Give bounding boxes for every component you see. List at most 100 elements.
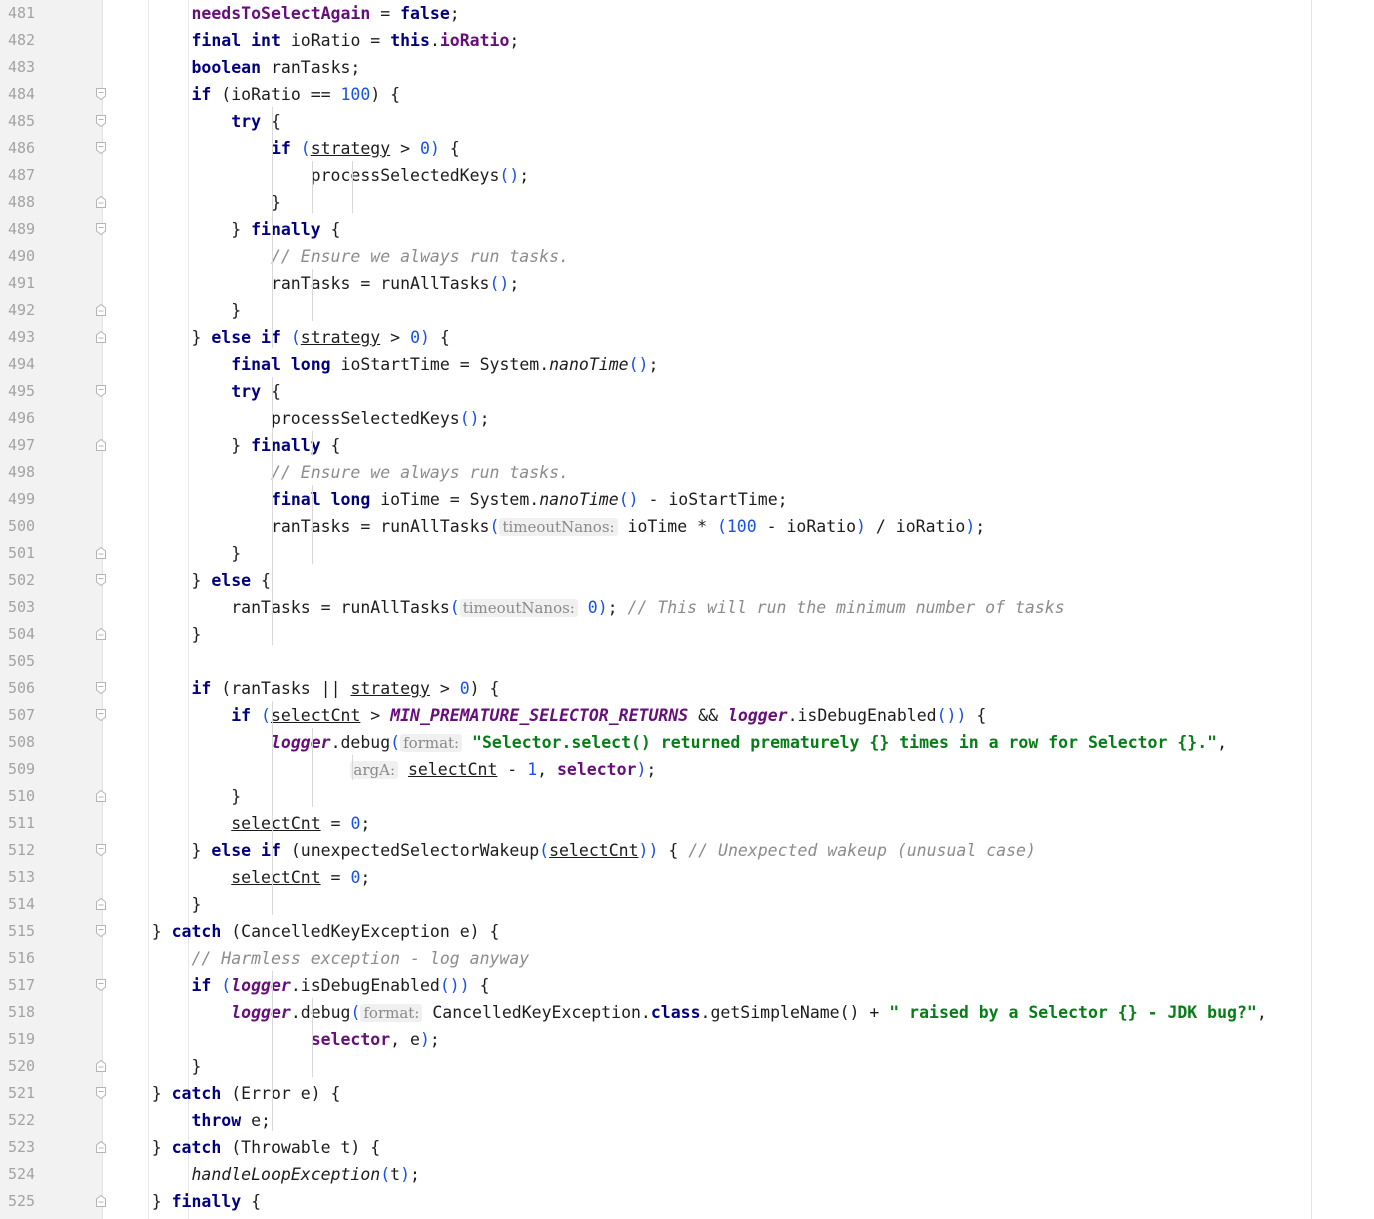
line-number[interactable]: 503	[8, 594, 38, 621]
code-line[interactable]: 508 logger.debug(format: "Selector.selec…	[0, 729, 1374, 756]
code-text[interactable]: argA: selectCnt - 1, selector);	[112, 756, 656, 783]
line-number[interactable]: 495	[8, 378, 38, 405]
fold-open-icon[interactable]	[96, 385, 106, 397]
code-line[interactable]: 490 // Ensure we always run tasks.	[0, 243, 1374, 270]
fold-close-icon[interactable]	[96, 898, 106, 910]
line-number[interactable]: 506	[8, 675, 38, 702]
code-line[interactable]: 500 ranTasks = runAllTasks(timeoutNanos:…	[0, 513, 1374, 540]
code-text[interactable]: processSelectedKeys();	[112, 405, 490, 432]
line-number[interactable]: 487	[8, 162, 38, 189]
code-text[interactable]: if (selectCnt > MIN_PREMATURE_SELECTOR_R…	[112, 702, 986, 729]
code-text[interactable]: logger.debug(format: "Selector.select() …	[112, 729, 1227, 756]
fold-close-icon[interactable]	[96, 331, 106, 343]
fold-open-icon[interactable]	[96, 223, 106, 235]
line-number[interactable]: 501	[8, 540, 38, 567]
line-number[interactable]: 522	[8, 1107, 38, 1134]
code-text[interactable]: ranTasks = runAllTasks();	[112, 270, 519, 297]
fold-open-icon[interactable]	[96, 88, 106, 100]
code-line[interactable]: 525 } finally {	[0, 1188, 1374, 1215]
fold-open-icon[interactable]	[96, 682, 106, 694]
code-text[interactable]: } catch (Throwable t) {	[112, 1134, 381, 1161]
line-number[interactable]: 499	[8, 486, 38, 513]
code-line[interactable]: 484 if (ioRatio == 100) {	[0, 81, 1374, 108]
line-number[interactable]: 516	[8, 945, 38, 972]
code-line[interactable]: 489 } finally {	[0, 216, 1374, 243]
line-number[interactable]: 492	[8, 297, 38, 324]
code-text[interactable]: // Ensure we always run tasks.	[112, 459, 569, 486]
code-line[interactable]: 497 } finally {	[0, 432, 1374, 459]
line-number[interactable]: 520	[8, 1053, 38, 1080]
code-text[interactable]: } finally {	[112, 432, 340, 459]
line-number[interactable]: 498	[8, 459, 38, 486]
code-text[interactable]: final int ioRatio = this.ioRatio;	[112, 27, 519, 54]
code-text[interactable]: try {	[112, 108, 281, 135]
line-number[interactable]: 511	[8, 810, 38, 837]
code-text[interactable]: boolean ranTasks;	[112, 54, 360, 81]
code-line[interactable]: 524 handleLoopException(t);	[0, 1161, 1374, 1188]
fold-close-icon[interactable]	[96, 547, 106, 559]
code-text[interactable]: processSelectedKeys();	[112, 162, 530, 189]
line-number[interactable]: 486	[8, 135, 38, 162]
code-text[interactable]: handleLoopException(t);	[112, 1161, 420, 1188]
code-line[interactable]: 491 ranTasks = runAllTasks();	[0, 270, 1374, 297]
code-text[interactable]: }	[112, 621, 201, 648]
code-line[interactable]: 519 selector, e);	[0, 1026, 1374, 1053]
line-number[interactable]: 513	[8, 864, 38, 891]
code-line[interactable]: 513 selectCnt = 0;	[0, 864, 1374, 891]
code-text[interactable]: selectCnt = 0;	[112, 810, 370, 837]
line-number[interactable]: 497	[8, 432, 38, 459]
line-number[interactable]: 515	[8, 918, 38, 945]
code-text[interactable]: if (ioRatio == 100) {	[112, 81, 400, 108]
fold-open-icon[interactable]	[96, 979, 106, 991]
fold-open-icon[interactable]	[96, 142, 106, 154]
line-number[interactable]: 512	[8, 837, 38, 864]
code-text[interactable]: } else if (strategy > 0) {	[112, 324, 449, 351]
line-number[interactable]: 481	[8, 0, 38, 27]
code-line[interactable]: 481 needsToSelectAgain = false;	[0, 0, 1374, 27]
code-line[interactable]: 522 throw e;	[0, 1107, 1374, 1134]
line-number[interactable]: 504	[8, 621, 38, 648]
code-line[interactable]: 511 selectCnt = 0;	[0, 810, 1374, 837]
code-text[interactable]: } else if (unexpectedSelectorWakeup(sele…	[112, 837, 1035, 864]
fold-open-icon[interactable]	[96, 574, 106, 586]
line-number[interactable]: 491	[8, 270, 38, 297]
code-text[interactable]: } finally {	[112, 1188, 261, 1215]
code-text[interactable]: needsToSelectAgain = false;	[112, 0, 459, 27]
fold-close-icon[interactable]	[96, 790, 106, 802]
code-line[interactable]: 520 }	[0, 1053, 1374, 1080]
code-line[interactable]: 516 // Harmless exception - log anyway	[0, 945, 1374, 972]
line-number[interactable]: 485	[8, 108, 38, 135]
line-number[interactable]: 525	[8, 1188, 38, 1215]
code-line[interactable]: 504 }	[0, 621, 1374, 648]
code-text[interactable]: }	[112, 297, 241, 324]
code-text[interactable]: logger.debug(format: CancelledKeyExcepti…	[112, 999, 1267, 1026]
code-text[interactable]: }	[112, 783, 241, 810]
code-line[interactable]: 486 if (strategy > 0) {	[0, 135, 1374, 162]
code-line[interactable]: 499 final long ioTime = System.nanoTime(…	[0, 486, 1374, 513]
line-number[interactable]: 502	[8, 567, 38, 594]
code-text[interactable]: final long ioTime = System.nanoTime() - …	[112, 486, 788, 513]
code-line[interactable]: 498 // Ensure we always run tasks.	[0, 459, 1374, 486]
code-line[interactable]: 502 } else {	[0, 567, 1374, 594]
code-line[interactable]: 494 final long ioStartTime = System.nano…	[0, 351, 1374, 378]
code-line[interactable]: 495 try {	[0, 378, 1374, 405]
fold-close-icon[interactable]	[96, 1141, 106, 1153]
code-line[interactable]: 487 processSelectedKeys();	[0, 162, 1374, 189]
code-text[interactable]: }	[112, 1053, 201, 1080]
code-line[interactable]: 492 }	[0, 297, 1374, 324]
line-number[interactable]: 500	[8, 513, 38, 540]
line-number[interactable]: 508	[8, 729, 38, 756]
code-line[interactable]: 512 } else if (unexpectedSelectorWakeup(…	[0, 837, 1374, 864]
line-number[interactable]: 490	[8, 243, 38, 270]
code-text[interactable]: } finally {	[112, 216, 340, 243]
fold-open-icon[interactable]	[96, 709, 106, 721]
code-text[interactable]: }	[112, 891, 201, 918]
code-text[interactable]: } catch (CancelledKeyException e) {	[112, 918, 500, 945]
fold-open-icon[interactable]	[96, 115, 106, 127]
code-line[interactable]: 506 if (ranTasks || strategy > 0) {	[0, 675, 1374, 702]
line-number[interactable]: 484	[8, 81, 38, 108]
code-line[interactable]: 488 }	[0, 189, 1374, 216]
code-line[interactable]: 515 } catch (CancelledKeyException e) {	[0, 918, 1374, 945]
code-line[interactable]: 510 }	[0, 783, 1374, 810]
code-text[interactable]: if (ranTasks || strategy > 0) {	[112, 675, 499, 702]
